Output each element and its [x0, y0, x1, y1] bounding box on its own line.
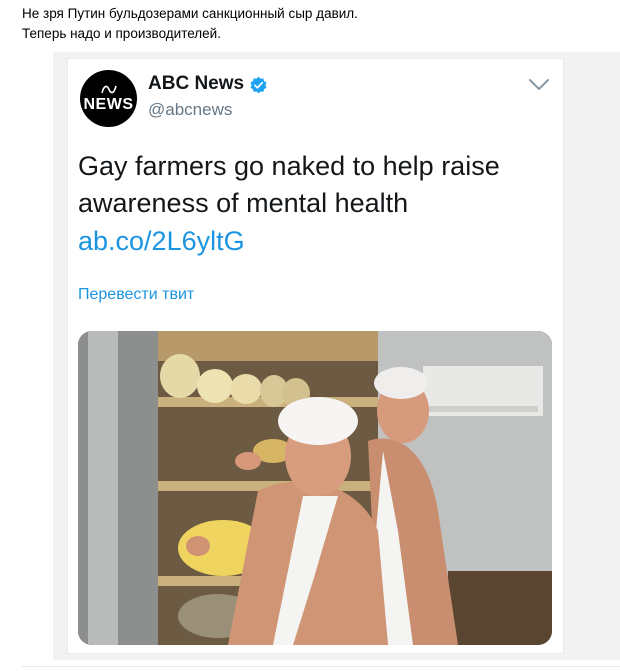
- display-name[interactable]: ABC News: [148, 73, 244, 95]
- verified-badge-icon: [250, 76, 267, 94]
- caption-line-2: Теперь надо и производителей.: [22, 26, 221, 41]
- handle[interactable]: @abcnews: [148, 100, 232, 120]
- avatar-label: NEWS: [83, 96, 134, 113]
- tweet-text: Gay farmers go naked to help raise aware…: [78, 151, 500, 218]
- tweet-link[interactable]: ab.co/2L6yltG: [78, 223, 245, 260]
- avatar[interactable]: NEWS: [80, 70, 137, 127]
- tweet-photo[interactable]: [78, 331, 552, 645]
- post-divider: [22, 666, 620, 667]
- caption-line-1: Не зря Путин бульдозерами санкционный сы…: [22, 6, 358, 21]
- abc-logo-icon: [100, 85, 117, 94]
- chevron-down-icon[interactable]: [528, 78, 550, 92]
- post-caption: Не зря Путин бульдозерами санкционный сы…: [22, 4, 602, 44]
- cheese-cellar-photo: [78, 331, 552, 645]
- translate-tweet-link[interactable]: Перевести твит: [78, 286, 194, 304]
